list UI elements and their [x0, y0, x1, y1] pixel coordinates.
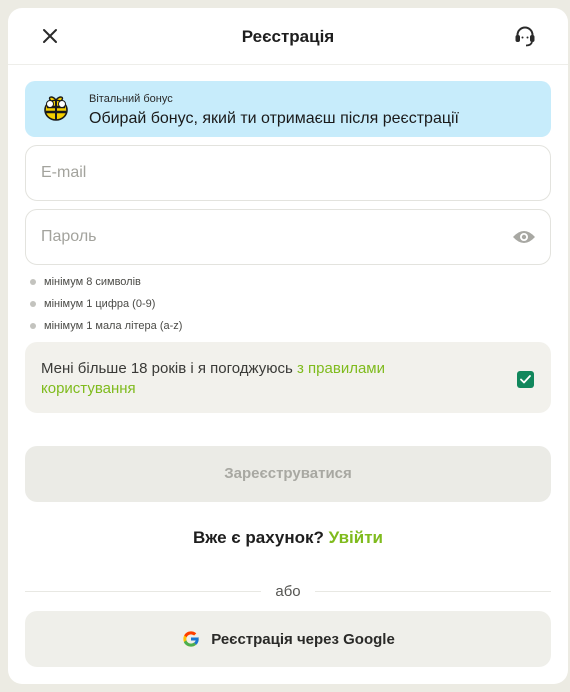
checkmark-icon: [520, 375, 531, 384]
google-signup-label: Реєстрація через Google: [211, 630, 395, 648]
rule-text: мінімум 1 цифра (0-9): [44, 298, 156, 310]
divider-line-right: [315, 591, 551, 592]
login-prompt: Вже є рахунок? Увійти: [8, 528, 568, 548]
modal-header: Реєстрація: [8, 8, 568, 65]
login-question: Вже є рахунок?: [193, 528, 324, 547]
password-rule: мінімум 8 символів: [30, 276, 141, 288]
terms-checkbox[interactable]: [517, 371, 534, 388]
bonus-label-main: Обирай бонус, який ти отримаєш після реє…: [89, 110, 459, 127]
email-field-wrapper: [25, 145, 551, 201]
password-field[interactable]: [26, 210, 550, 264]
terms-agreement: Мені більше 18 років і я погоджуюсь з пр…: [25, 342, 551, 413]
close-button[interactable]: [38, 24, 62, 48]
divider-line-left: [25, 591, 261, 592]
register-button[interactable]: Зареєструватися: [25, 446, 551, 502]
eye-icon: [513, 231, 535, 243]
password-field-wrapper: [25, 209, 551, 265]
welcome-bonus-banner[interactable]: Вітальний бонус Обирай бонус, який ти от…: [25, 81, 551, 137]
rule-bullet-icon: [30, 301, 36, 307]
bonus-label-small: Вітальний бонус: [89, 93, 173, 105]
divider-text: або: [275, 583, 301, 600]
terms-text: Мені більше 18 років і я погоджуюсь: [41, 360, 297, 377]
close-icon: [43, 29, 57, 43]
google-signup-button[interactable]: Реєстрація через Google: [25, 611, 551, 667]
password-rule: мінімум 1 цифра (0-9): [30, 298, 155, 310]
rule-bullet-icon: [30, 323, 36, 329]
login-link[interactable]: Увійти: [329, 528, 383, 547]
support-button[interactable]: [512, 23, 538, 49]
headset-icon: [515, 26, 535, 47]
rule-text: мінімум 1 мала літера (a-z): [44, 320, 183, 332]
show-password-button[interactable]: [512, 227, 536, 247]
google-icon: [181, 629, 201, 649]
email-field[interactable]: [26, 146, 550, 200]
rule-bullet-icon: [30, 279, 36, 285]
password-rule: мінімум 1 мала літера (a-z): [30, 320, 182, 332]
bee-gift-icon: [44, 96, 68, 121]
rule-text: мінімум 8 символів: [44, 276, 141, 288]
modal-title: Реєстрація: [241, 27, 335, 46]
terms-text-block: Мені більше 18 років і я погоджуюсь з пр…: [41, 359, 461, 399]
registration-modal: Реєстрація Вітальний бонус Обирай бонус,…: [8, 8, 568, 684]
